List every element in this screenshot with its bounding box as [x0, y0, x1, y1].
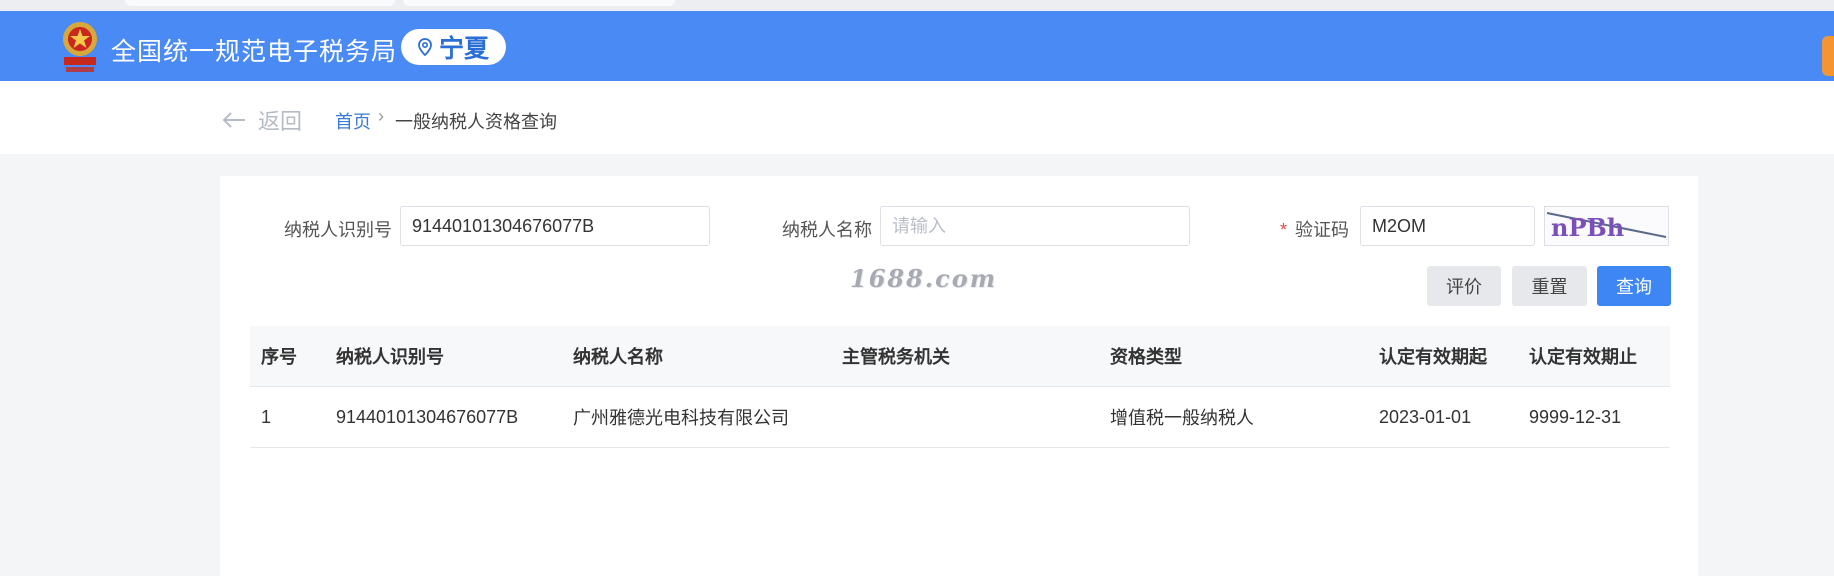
result-table: 序号 纳税人识别号 纳税人名称 主管税务机关 资格类型 认定有效期起 认定有效期… — [250, 326, 1670, 448]
required-mark: * — [1280, 220, 1288, 240]
column-header-tax-authority: 主管税务机关 — [842, 347, 950, 367]
captcha-char: nPBh — [1551, 213, 1624, 242]
back-button[interactable]: 返回 — [222, 104, 302, 136]
location-pin-icon — [418, 38, 432, 56]
taxpayer-id-input[interactable] — [400, 206, 710, 246]
cell-qualification-type: 增值税一般纳税人 — [1110, 408, 1254, 428]
query-card: 纳税人识别号 纳税人名称 *验证码 nPBh 1688.com 评价 重置 查询… — [220, 176, 1698, 576]
table-header: 序号 纳税人识别号 纳税人名称 主管税务机关 资格类型 认定有效期起 认定有效期… — [250, 326, 1670, 387]
back-label: 返回 — [258, 109, 303, 134]
column-header-valid-to: 认定有效期止 — [1529, 347, 1637, 367]
site-title: 全国统一规范电子税务局 — [111, 38, 398, 66]
taxpayer-name-input[interactable] — [880, 206, 1190, 246]
browser-tab-strip — [0, 0, 1834, 11]
column-header-qualification-type: 资格类型 — [1110, 347, 1182, 367]
cell-valid-from: 2023-01-01 — [1379, 406, 1472, 427]
breadcrumb: 返回 首页 › 一般纳税人资格查询 — [0, 81, 1834, 154]
captcha-input[interactable] — [1360, 206, 1535, 246]
arrow-left-icon — [222, 112, 245, 128]
cell-index: 1 — [261, 406, 272, 427]
browser-tab[interactable] — [403, 0, 675, 6]
browser-tab[interactable] — [125, 0, 395, 6]
region-label: 宁夏 — [438, 35, 489, 63]
table-row[interactable]: 1 91440101304676077B 广州雅德光电科技有限公司 增值税一般纳… — [250, 387, 1670, 448]
evaluate-button[interactable]: 评价 — [1427, 266, 1501, 306]
column-header-valid-from: 认定有效期起 — [1379, 347, 1487, 367]
taxpayer-id-label: 纳税人识别号 — [284, 220, 392, 240]
captcha-label: * 验证码 — [1280, 220, 1350, 240]
region-selector[interactable]: 宁夏 — [401, 29, 506, 65]
column-header-taxpayer-name: 纳税人名称 — [573, 347, 663, 367]
national-tax-emblem-icon — [58, 19, 102, 75]
cell-taxpayer-id: 91440101304676077B — [336, 406, 519, 427]
cell-taxpayer-name: 广州雅德光电科技有限公司 — [573, 408, 789, 428]
top-header: 全国统一规范电子税务局 宁夏 — [0, 11, 1834, 81]
breadcrumb-separator: › — [378, 106, 384, 126]
breadcrumb-current-page: 一般纳税人资格查询 — [395, 112, 557, 132]
column-header-taxpayer-id: 纳税人识别号 — [336, 347, 444, 367]
side-float-tab[interactable] — [1822, 36, 1834, 76]
reset-button[interactable]: 重置 — [1512, 266, 1587, 306]
cell-valid-to: 9999-12-31 — [1529, 406, 1622, 427]
taxpayer-name-label: 纳税人名称 — [782, 220, 872, 240]
column-header-index: 序号 — [261, 347, 297, 367]
captcha-image[interactable]: nPBh — [1544, 206, 1669, 246]
watermark: 1688.com — [850, 264, 998, 293]
query-button[interactable]: 查询 — [1597, 266, 1671, 306]
breadcrumb-home-link[interactable]: 首页 — [335, 108, 371, 134]
